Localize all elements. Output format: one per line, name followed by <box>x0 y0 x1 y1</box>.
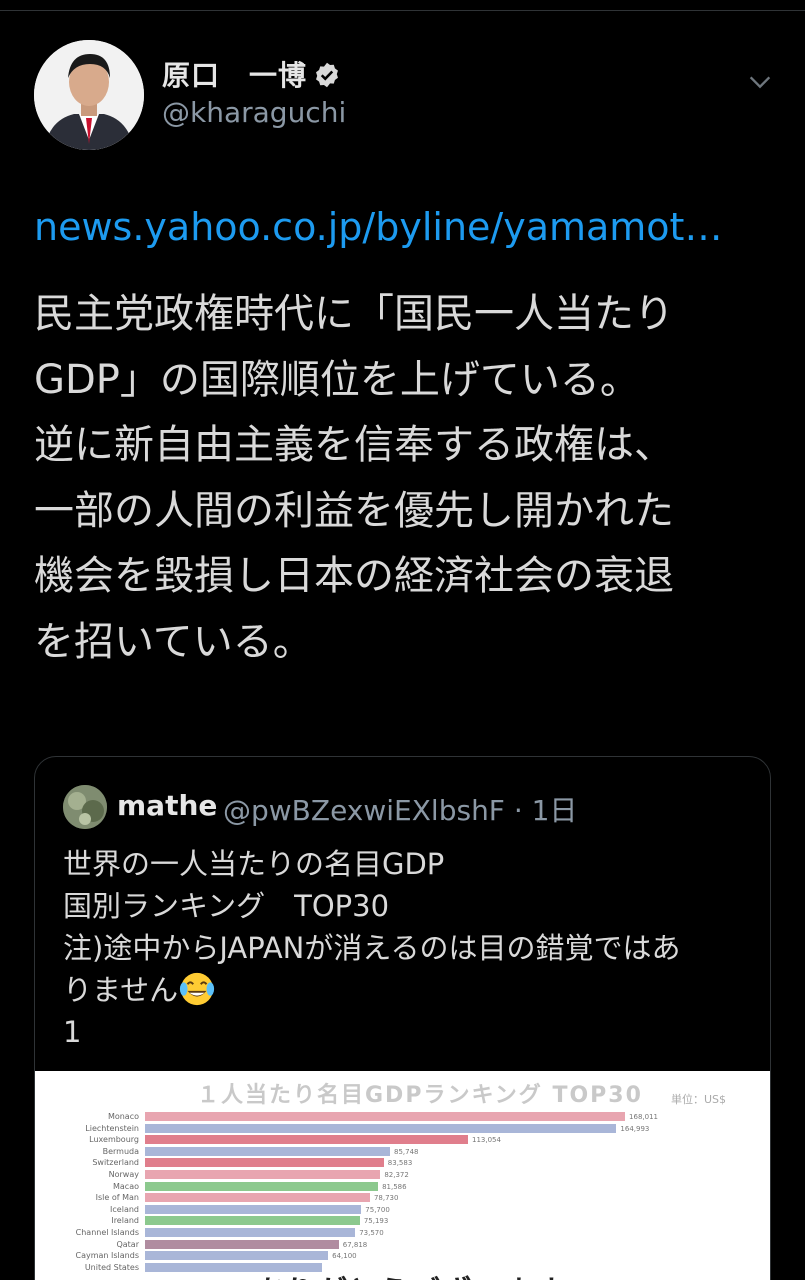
chart-bar <box>145 1239 339 1249</box>
quoted-author-avatar[interactable] <box>63 785 107 829</box>
quoted-line-5: 1 <box>63 1015 82 1049</box>
quoted-line-1: 世界の一人当たりの名目GDP <box>63 847 445 881</box>
face-with-tears-of-joy-icon <box>180 972 215 1006</box>
quoted-line-3: 注)途中からJAPANが消えるのは目の錯覚ではあ <box>63 931 681 965</box>
chart-row: Macao 81,586 <box>35 1181 770 1193</box>
chart-category-label: Bermuda <box>102 1146 139 1156</box>
top-divider <box>0 10 805 11</box>
chart-bar <box>145 1181 379 1191</box>
chart-title: １人当たり名目GDPランキング TOP30 <box>197 1083 643 1108</box>
chart-row: Qatar 67,818 <box>35 1239 770 1251</box>
chart-row: Isle of Man 78,730 <box>35 1192 770 1204</box>
chart-row: Norway 82,372 <box>35 1169 770 1181</box>
chart-row: Switzerland 83,583 <box>35 1157 770 1169</box>
chart-category-label: Cayman Islands <box>75 1251 140 1261</box>
chart-row: Channel Islands 73,570 <box>35 1227 770 1239</box>
chart-unit: 単位：US$ <box>671 1093 727 1106</box>
chart-value-label: 64,100 <box>332 1252 357 1261</box>
tweet-link[interactable]: news.yahoo.co.jp/byline/yamamot… <box>34 205 722 249</box>
author-handle[interactable]: @kharaguchi <box>162 96 346 129</box>
chart-bar <box>145 1123 617 1133</box>
chart-row: Monaco 168,011 <box>35 1111 770 1123</box>
chart-bar <box>145 1158 384 1168</box>
chart-row: Luxembourg 113,054 <box>35 1134 770 1146</box>
verified-badge-icon <box>316 62 338 88</box>
quoted-tweet-text: 世界の一人当たりの名目GDP 国別ランキング TOP30 注)途中からJAPAN… <box>63 843 753 1053</box>
chart-value-label: 78,730 <box>373 1194 399 1203</box>
chart-bar <box>145 1204 362 1214</box>
chart-value-label: 75,700 <box>365 1205 390 1214</box>
chart-value-label: 73,570 <box>359 1229 384 1237</box>
chart-category-label: Qatar <box>116 1239 139 1249</box>
chart-row: Cayman Islands 64,100 <box>35 1250 770 1262</box>
chart-category-label: Norway <box>108 1170 139 1179</box>
chart-row: Ireland 75,193 <box>35 1215 770 1227</box>
chart-bar <box>145 1251 329 1261</box>
chart-bar <box>145 1112 626 1121</box>
chart-category-label: United States <box>84 1262 139 1272</box>
chart-category-label: Channel Islands <box>75 1228 139 1237</box>
chart-category-label: Monaco <box>107 1112 139 1121</box>
chart-value-label: 75,193 <box>363 1217 389 1226</box>
tweet-text: 民主党政権時代に「国民一人当たり GDP」の国際順位を上げている。 逆に新自由主… <box>34 291 674 665</box>
chart-row: Bermuda 85,748 <box>35 1146 770 1158</box>
chart-bar <box>145 1193 370 1203</box>
chart-bar <box>145 1216 360 1226</box>
chart-value-label: 168,011 <box>629 1113 658 1121</box>
quoted-line-4: りません <box>63 973 179 1007</box>
chart-value-label: 67,818 <box>342 1240 368 1249</box>
tweet-header: 原口 一博 @kharaguchi <box>34 40 784 150</box>
quoted-line-2: 国別ランキング TOP30 <box>63 889 390 923</box>
chart-value-label: 82,372 <box>384 1171 409 1179</box>
chart-category-label: Isle of Man <box>95 1193 139 1203</box>
chart-value-label: 85,748 <box>393 1147 419 1156</box>
quoted-author-name[interactable]: mathe <box>117 789 217 822</box>
chart-row: Liechtenstein 164,993 <box>35 1123 770 1135</box>
chart-category-label: Macao <box>113 1181 139 1191</box>
chart-category-label: Ireland <box>111 1216 139 1226</box>
chevron-down-icon[interactable] <box>746 68 774 96</box>
chart-bar <box>145 1135 468 1145</box>
quoted-author-handle[interactable]: @pwBZexwiEXlbshF · 1日 <box>223 789 577 829</box>
chart-category-label: Iceland <box>110 1204 139 1214</box>
chart-value-label: 113,054 <box>472 1136 501 1145</box>
author-avatar[interactable] <box>34 40 144 150</box>
chart-bar <box>145 1228 356 1237</box>
chart-category-label: Liechtenstein <box>85 1123 139 1133</box>
chart-value-label: 81,586 <box>382 1182 407 1191</box>
gdp-ranking-chart[interactable]: １人当たり名目GDPランキング TOP30 単位：US$ Monaco 168,0… <box>35 1071 770 1280</box>
chart-category-label: Luxembourg <box>89 1135 139 1145</box>
quoted-tweet[interactable]: mathe @pwBZexwiEXlbshF · 1日 世界の一人当たりの名目G… <box>34 756 771 1280</box>
chart-overlay-caption: ありがとうございます <box>255 1267 565 1280</box>
chart-value-label: 164,993 <box>620 1124 650 1133</box>
chart-category-label: Switzerland <box>92 1158 139 1168</box>
author-name[interactable]: 原口 一博 <box>162 54 341 94</box>
chart-bar <box>145 1146 390 1156</box>
chart-value-label: 83,583 <box>387 1159 413 1168</box>
chart-bar <box>145 1170 381 1179</box>
chart-row: Iceland 75,700 <box>35 1204 770 1216</box>
